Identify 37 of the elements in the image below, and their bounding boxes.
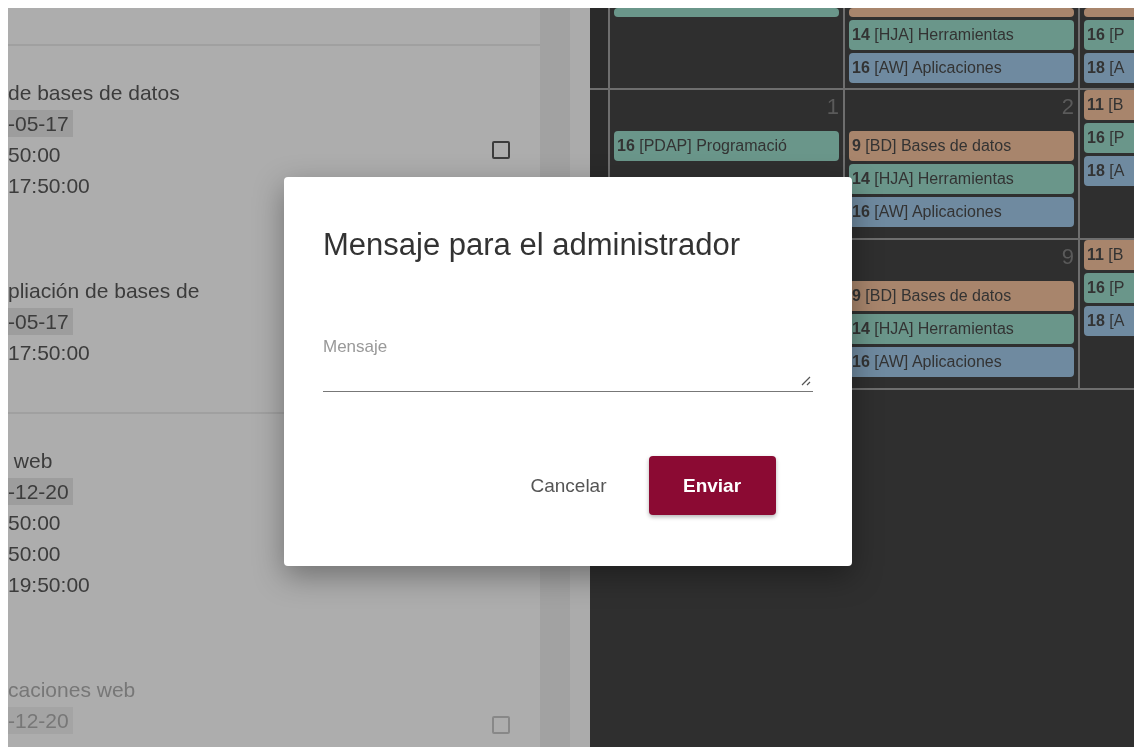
event-chip[interactable]: 14 [HJA] Herramientas	[849, 20, 1074, 50]
item-time: 50:00	[8, 510, 62, 536]
event-chip[interactable]: 16 [P	[1084, 123, 1134, 153]
item-date: -05-17	[8, 308, 73, 335]
item-time: 19:50:00	[8, 572, 90, 598]
message-field[interactable]: Mensaje	[323, 331, 813, 392]
event-chip[interactable]: 14 [HJA] Herramientas	[849, 314, 1074, 344]
event-chip[interactable]	[614, 8, 839, 17]
event-chip[interactable]: 14 [HJA] Herramientas	[849, 164, 1074, 194]
checkbox[interactable]	[492, 141, 510, 159]
item-time: 17:50:00	[8, 340, 91, 366]
send-button[interactable]: Enviar	[648, 456, 776, 515]
event-chip[interactable]: 18 [A	[1084, 156, 1134, 186]
item-title: pliación de bases de	[8, 278, 200, 304]
item-title: web	[12, 448, 54, 474]
event-chip[interactable]: 16 [AW] Aplicaciones	[849, 197, 1074, 227]
event-chip[interactable]: 16 [PDAP] Programació	[614, 131, 839, 161]
event-chip[interactable]: 16 [P	[1084, 20, 1134, 50]
item-time: 17:50:00	[8, 173, 91, 199]
event-chip[interactable]: 16 [AW] Aplicaciones	[849, 347, 1074, 377]
item-title: de bases de datos	[8, 80, 180, 106]
item-time: 50:00	[8, 142, 62, 168]
item-date: -12-20	[8, 478, 73, 505]
event-chip[interactable]: 18 [A	[1084, 306, 1134, 336]
item-time: 50:00	[8, 541, 62, 567]
event-chip[interactable]: 11 [B	[1084, 240, 1134, 270]
event-chip[interactable]: 9 [BD] Bases de datos	[849, 281, 1074, 311]
event-chip[interactable]: 16 [AW] Aplicaciones	[849, 53, 1074, 83]
cancel-button[interactable]: Cancelar	[530, 466, 607, 505]
dialog-title: Mensaje para el administrador	[323, 226, 741, 264]
event-chip[interactable]: 16 [P	[1084, 273, 1134, 303]
event-chip[interactable]: 9 [BD] Bases de datos	[849, 131, 1074, 161]
event-chip[interactable]: 11 [B	[1084, 90, 1134, 120]
event-chip[interactable]	[849, 8, 1074, 17]
resize-handle-icon[interactable]	[799, 374, 811, 386]
event-chip[interactable]: 18 [A	[1084, 53, 1134, 83]
item-date: -05-17	[8, 110, 73, 137]
